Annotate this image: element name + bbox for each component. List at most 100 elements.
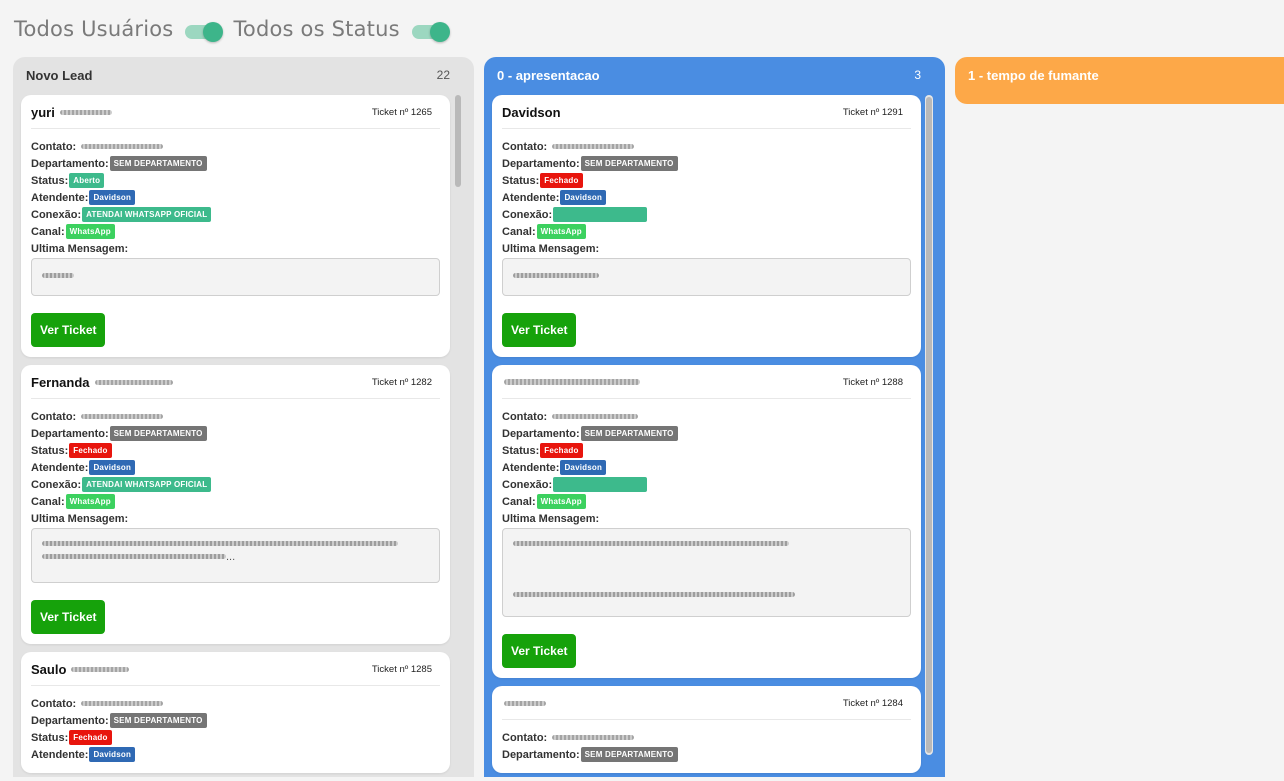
- filter-bar: Todos Usuários Todos os Status: [14, 14, 460, 44]
- conexao-row: Conexão: ATENDAI WHATSAPP OFICIAL: [31, 476, 440, 493]
- department-badge: SEM DEPARTAMENTO: [109, 426, 207, 441]
- channel-badge: WhatsApp: [536, 494, 586, 509]
- connection-badge: ATENDAI WHATSAPP OFICIAL: [82, 207, 212, 222]
- lane-title: 1 - tempo de fumante: [968, 67, 1099, 83]
- status-badge: Aberto: [69, 173, 105, 188]
- agent-badge: Davidson: [89, 747, 136, 762]
- connection-badge: ATENDAI WHATSAPP OFICIAL: [82, 477, 212, 492]
- ticket-card: Saulo Ticket nº 1285 Contato: Departamen…: [21, 652, 450, 773]
- status-badge: Fechado: [540, 443, 583, 458]
- lane-count: 22: [436, 68, 450, 82]
- status-row: Status: Fechado: [502, 172, 911, 189]
- contato-row: Contato:: [502, 408, 911, 425]
- agent-badge: Davidson: [560, 190, 607, 205]
- lane-header: 0 - apresentacao 3: [484, 57, 945, 93]
- conexao-row: Conexão:: [502, 476, 911, 493]
- department-badge: SEM DEPARTAMENTO: [580, 747, 678, 762]
- agent-badge: Davidson: [89, 460, 136, 475]
- contato-row: Contato:: [31, 138, 440, 155]
- lane-tempo-de-fumante: 1 - tempo de fumante: [955, 57, 1284, 104]
- canal-row: Canal: WhatsApp: [31, 493, 440, 510]
- last-message-box: ...: [31, 528, 440, 583]
- department-badge: SEM DEPARTAMENTO: [109, 156, 207, 171]
- ver-ticket-button[interactable]: Ver Ticket: [502, 634, 577, 668]
- ultima-mensagem-label: Ultima Mensagem:: [502, 242, 600, 255]
- connection-badge: [553, 477, 648, 492]
- contato-row: Contato:: [502, 729, 911, 746]
- scrollbar-thumb[interactable]: [926, 97, 932, 753]
- atendente-row: Atendente: Davidson: [31, 459, 440, 476]
- status-row: Status: Fechado: [31, 729, 440, 746]
- contact-name: Fernanda: [31, 375, 173, 390]
- lane-count: 3: [914, 68, 921, 82]
- atendente-row: Atendente: Davidson: [31, 189, 440, 206]
- departamento-row: Departamento: SEM DEPARTAMENTO: [502, 746, 911, 763]
- department-badge: SEM DEPARTAMENTO: [109, 713, 207, 728]
- department-badge: SEM DEPARTAMENTO: [580, 426, 678, 441]
- status-badge: Fechado: [69, 443, 112, 458]
- lane-title: Novo Lead: [26, 67, 93, 83]
- users-filter-toggle[interactable]: [185, 22, 224, 42]
- atendente-row: Atendente: Davidson: [502, 189, 911, 206]
- lane-cards: yuri Ticket nº 1265 Contato: Departament…: [21, 95, 450, 781]
- users-filter-label: Todos Usuários: [14, 17, 174, 41]
- agent-badge: Davidson: [560, 460, 607, 475]
- lane-cards: Davidson Ticket nº 1291 Contato: Departa…: [492, 95, 921, 781]
- ver-ticket-button[interactable]: Ver Ticket: [31, 600, 106, 634]
- ticket-card: Davidson Ticket nº 1291 Contato: Departa…: [492, 95, 921, 357]
- departamento-row: Departamento: SEM DEPARTAMENTO: [31, 155, 440, 172]
- conexao-row: Conexão: ATENDAI WHATSAPP OFICIAL: [31, 206, 440, 223]
- canal-row: Canal: WhatsApp: [31, 223, 440, 240]
- contact-name: yuri: [31, 105, 112, 120]
- contato-row: Contato:: [31, 408, 440, 425]
- conexao-row: Conexão:: [502, 206, 911, 223]
- ticket-card: yuri Ticket nº 1265 Contato: Departament…: [21, 95, 450, 357]
- last-message-box: [502, 528, 911, 617]
- connection-badge: [553, 207, 648, 222]
- ticket-number: Ticket nº 1284: [842, 697, 903, 709]
- status-row: Status: Fechado: [502, 442, 911, 459]
- ultima-mensagem-label: Ultima Mensagem:: [31, 242, 129, 255]
- lane-novo-lead: Novo Lead 22 yuri Ticket nº 1265 Contato…: [13, 57, 474, 777]
- message-ellipsis: ...: [226, 550, 236, 563]
- status-row: Status: Fechado: [31, 442, 440, 459]
- ticket-number: Ticket nº 1288: [842, 376, 903, 388]
- contato-row: Contato:: [502, 138, 911, 155]
- canal-row: Canal: WhatsApp: [502, 223, 911, 240]
- ticket-card: Ticket nº 1288 Contato: Departamento: SEM…: [492, 365, 921, 678]
- status-filter-toggle[interactable]: [411, 22, 450, 42]
- lane-apresentacao: 0 - apresentacao 3 Davidson Ticket nº 12…: [484, 57, 945, 777]
- ticket-number: Ticket nº 1282: [371, 376, 432, 388]
- ultima-mensagem-label: Ultima Mensagem:: [31, 512, 129, 525]
- toggle-knob: [429, 22, 450, 42]
- ticket-number: Ticket nº 1291: [842, 106, 903, 118]
- ticket-card: Fernanda Ticket nº 1282 Contato: Departa…: [21, 365, 450, 644]
- atendente-row: Atendente: Davidson: [502, 459, 911, 476]
- status-badge: Fechado: [69, 730, 112, 745]
- contato-row: Contato:: [31, 695, 440, 712]
- scrollbar-thumb[interactable]: [455, 95, 461, 187]
- ticket-card: Ticket nº 1284 Contato: Departamento: SEM…: [492, 686, 921, 773]
- agent-badge: Davidson: [89, 190, 136, 205]
- last-message-box: [502, 258, 911, 296]
- ver-ticket-button[interactable]: Ver Ticket: [502, 313, 577, 347]
- ticket-number: Ticket nº 1285: [371, 663, 432, 675]
- lane-scrollbar[interactable]: [454, 95, 462, 755]
- last-message-box: [31, 258, 440, 296]
- contact-name: Davidson: [502, 104, 561, 120]
- departamento-row: Departamento: SEM DEPARTAMENTO: [31, 712, 440, 729]
- department-badge: SEM DEPARTAMENTO: [580, 156, 678, 171]
- lane-title: 0 - apresentacao: [497, 67, 600, 83]
- lane-header: 1 - tempo de fumante: [955, 57, 1284, 93]
- atendente-row: Atendente: Davidson: [31, 746, 440, 763]
- status-badge: Fechado: [540, 173, 583, 188]
- departamento-row: Departamento: SEM DEPARTAMENTO: [502, 155, 911, 172]
- contact-name: [502, 700, 546, 706]
- ultima-mensagem-label: Ultima Mensagem:: [502, 512, 600, 525]
- contact-name: Saulo: [31, 662, 130, 677]
- ver-ticket-button[interactable]: Ver Ticket: [31, 313, 106, 347]
- lane-header: Novo Lead 22: [13, 57, 474, 93]
- departamento-row: Departamento: SEM DEPARTAMENTO: [31, 425, 440, 442]
- lane-scrollbar[interactable]: [925, 95, 933, 755]
- toggle-knob: [203, 22, 224, 42]
